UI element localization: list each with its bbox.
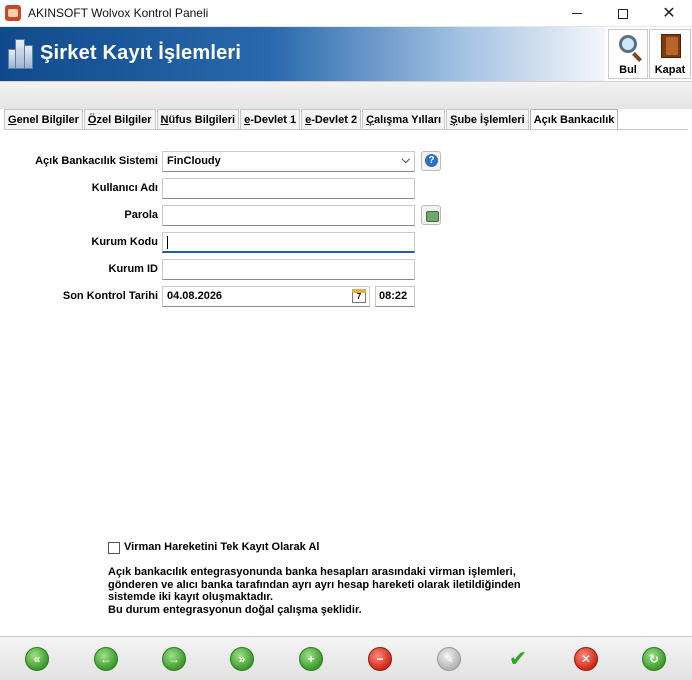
edit-record-button[interactable]: ✎: [437, 647, 461, 671]
username-input[interactable]: [162, 178, 415, 199]
text-caret: [167, 236, 168, 249]
double-right-icon: »: [238, 652, 246, 666]
window-title: AKINSOFT Wolvox Kontrol Paneli: [28, 6, 209, 20]
first-record-button[interactable]: «: [25, 647, 49, 671]
close-form-button-label: Kapat: [654, 64, 686, 76]
system-select[interactable]: FinCloudy ⌵: [162, 151, 415, 172]
tab-label: enel Bilgiler: [16, 114, 79, 126]
search-icon: [619, 35, 637, 53]
username-label: Kullanıcı Adı: [91, 182, 158, 194]
buildings-icon: [8, 37, 34, 69]
tab-population-info[interactable]: Nüfus Bilgileri: [156, 109, 240, 129]
tab-general-info[interactable]: Genel Bilgiler: [4, 109, 83, 129]
tab-hotkey: G: [8, 114, 17, 126]
cancel-button[interactable]: ✕: [574, 647, 598, 671]
window-titlebar: AKINSOFT Wolvox Kontrol Paneli ✕: [0, 0, 692, 27]
refresh-icon: ↻: [648, 652, 660, 666]
refresh-button[interactable]: ↻: [642, 647, 666, 671]
close-form-button[interactable]: Kapat: [649, 29, 691, 79]
tab-working-years[interactable]: Çalışma Yılları: [362, 109, 446, 129]
org-code-label: Kurum Kodu: [91, 236, 158, 248]
calendar-day: 7: [356, 292, 362, 301]
info-line: Açık bankacılık entegrasyonunda banka he…: [108, 566, 516, 578]
tab-open-banking[interactable]: Açık Bankacılık: [529, 109, 619, 129]
save-button[interactable]: ✔: [504, 647, 532, 671]
page-title: Şirket Kayıt İşlemleri: [40, 42, 242, 64]
info-line: gönderen ve alıcı banka tarafından ayrı …: [108, 578, 521, 591]
tab-edevlet-2[interactable]: e-Devlet 2: [301, 109, 362, 129]
search-button-label: Bul: [619, 64, 637, 76]
edit-icon: ✎: [443, 652, 455, 666]
tab-label: üfus Bilgileri: [168, 114, 236, 126]
tab-label: ube İşlemleri: [457, 114, 525, 126]
tab-label: zel Bilgiler: [96, 114, 152, 126]
close-icon: ✕: [662, 4, 676, 22]
last-check-date-input[interactable]: 04.08.2026 7: [162, 286, 370, 307]
right-arrow-icon: →: [168, 652, 180, 666]
org-code-input[interactable]: [162, 232, 415, 253]
org-id-label: Kurum ID: [108, 263, 159, 275]
last-check-time-input[interactable]: 08:22: [375, 286, 415, 307]
header-separator: [0, 81, 692, 109]
page-header: Şirket Kayıt İşlemleri Bul Kapat: [0, 27, 692, 81]
tab-strip: Genel Bilgiler Özel Bilgiler Nüfus Bilgi…: [4, 109, 619, 129]
tab-divider: [4, 129, 688, 130]
calendar-icon[interactable]: 7: [352, 289, 366, 303]
search-button[interactable]: Bul: [608, 29, 648, 79]
tab-label: Açık Bankacılık: [533, 114, 615, 126]
tab-edevlet-1[interactable]: e-Devlet 1: [240, 109, 301, 129]
tab-label: -Devlet 1: [250, 114, 297, 126]
header-banner: Şirket Kayıt İşlemleri: [0, 27, 606, 81]
single-transfer-checkbox[interactable]: [108, 542, 120, 554]
app-icon: [5, 5, 21, 21]
password-input[interactable]: [162, 205, 415, 226]
help-icon[interactable]: [421, 151, 441, 171]
last-record-button[interactable]: »: [230, 647, 254, 671]
tab-label: -Devlet 2: [311, 114, 358, 126]
add-record-button[interactable]: +: [299, 647, 323, 671]
plus-icon: +: [307, 652, 315, 666]
tab-label: alışma Yılları: [374, 114, 442, 126]
minimize-icon: [572, 13, 582, 14]
minimize-button[interactable]: [554, 0, 600, 27]
maximize-icon: [618, 8, 628, 19]
password-label: Parola: [124, 209, 158, 221]
next-record-button[interactable]: →: [162, 647, 186, 671]
info-line: sistemde iki kayıt oluşmaktadır.: [108, 591, 274, 603]
org-id-input[interactable]: [162, 259, 415, 280]
system-label: Açık Bankacılık Sistemi: [35, 155, 158, 167]
system-select-value: FinCloudy: [167, 155, 221, 167]
checkmark-icon: ✔: [508, 646, 528, 671]
double-left-icon: «: [33, 652, 41, 666]
record-toolbar: « ← → » + − ✎ ✔ ✕ ↻: [0, 636, 692, 680]
chevron-down-icon: ⌵: [401, 154, 410, 166]
left-arrow-icon: ←: [100, 652, 112, 666]
single-transfer-label[interactable]: Virman Hareketini Tek Kayıt Olarak Al: [124, 541, 319, 553]
door-exit-icon: [661, 34, 681, 58]
tab-special-info[interactable]: Özel Bilgiler: [83, 109, 156, 129]
tab-hotkey: Ç: [366, 114, 375, 126]
last-check-date-value: 04.08.2026: [167, 290, 223, 302]
tab-branch-operations[interactable]: Şube İşlemleri: [446, 109, 529, 129]
last-check-label: Son Kontrol Tarihi: [62, 290, 158, 302]
minus-icon: −: [376, 652, 384, 666]
password-reveal-icon[interactable]: [421, 205, 441, 225]
transfer-info-text: Açık bankacılık entegrasyonunda banka he…: [108, 566, 568, 616]
maximize-button[interactable]: [600, 0, 646, 27]
close-window-button[interactable]: ✕: [646, 0, 692, 27]
info-line: Bu durum entegrasyonun doğal çalışma şek…: [108, 603, 362, 616]
delete-record-button[interactable]: −: [368, 647, 392, 671]
x-icon: ✕: [580, 652, 592, 666]
previous-record-button[interactable]: ←: [94, 647, 118, 671]
